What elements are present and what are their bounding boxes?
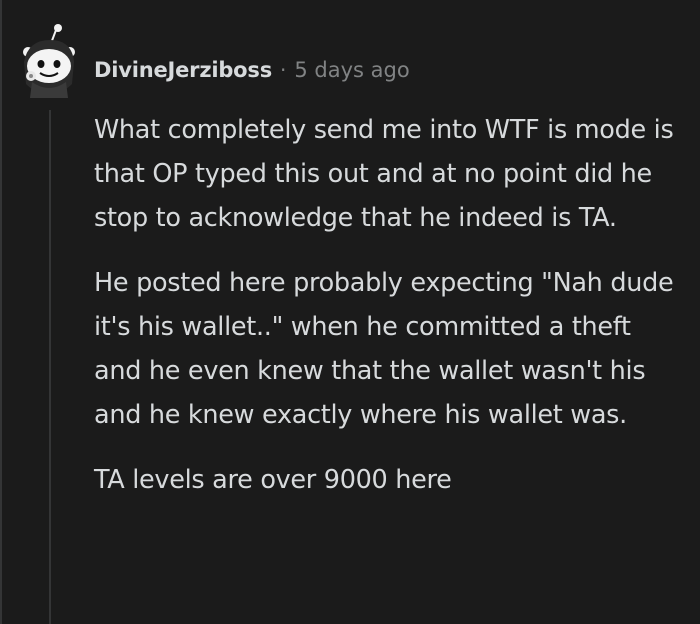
meta-separator: ·: [280, 58, 287, 82]
comment-author[interactable]: DivineJerziboss: [94, 58, 272, 82]
snoo-avatar-icon: [23, 24, 75, 98]
parent-thread-line[interactable]: [0, 0, 2, 624]
comment-body: What completely send me into WTF is mode…: [94, 108, 684, 523]
comment-header: DivineJerziboss · 5 days ago: [94, 52, 410, 88]
comment-thread-line[interactable]: [49, 110, 51, 624]
comment-paragraph: He posted here probably expecting "Nah d…: [94, 268, 674, 430]
comment-paragraph: TA levels are over 9000 here: [94, 465, 452, 495]
comment-timestamp[interactable]: 5 days ago: [294, 58, 409, 82]
user-avatar[interactable]: [18, 22, 80, 98]
comment-paragraph: What completely send me into WTF is mode…: [94, 115, 674, 233]
